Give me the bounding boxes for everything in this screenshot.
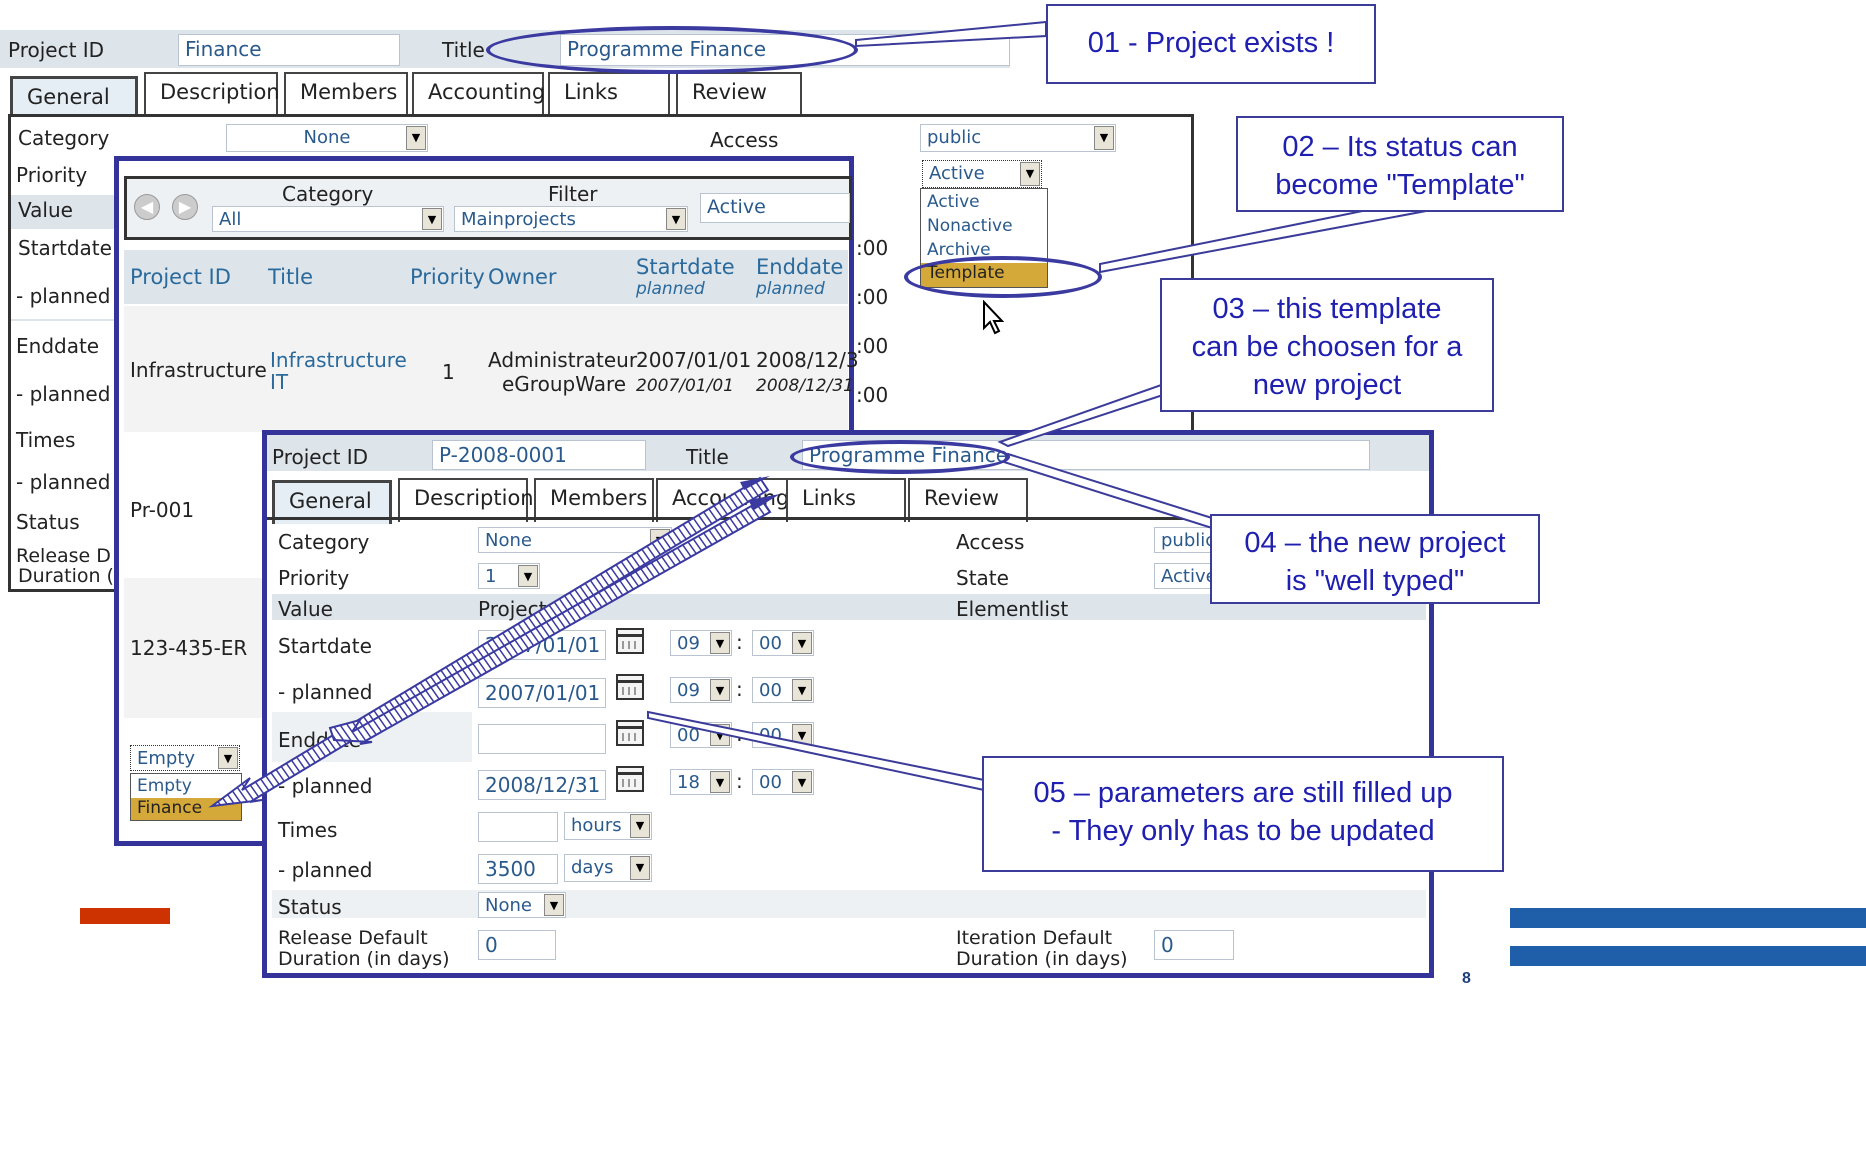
highlight-ellipse-template [904,256,1102,298]
annotation-overlay [208,20,1443,808]
highlight-ellipse-title [486,26,858,74]
highlight-ellipse-new-title [790,440,1010,474]
callout-3: 03 – this template can be choosen for a ne… [1160,278,1494,412]
callout-4: 04 – the new project is "well typed" [1210,514,1540,604]
callout-2: 02 – Its status can become "Template" [1236,116,1564,212]
callout-1: 01 - Project exists ! [1046,4,1376,84]
callout-5: 05 – parameters are still filled up - The… [982,756,1504,872]
